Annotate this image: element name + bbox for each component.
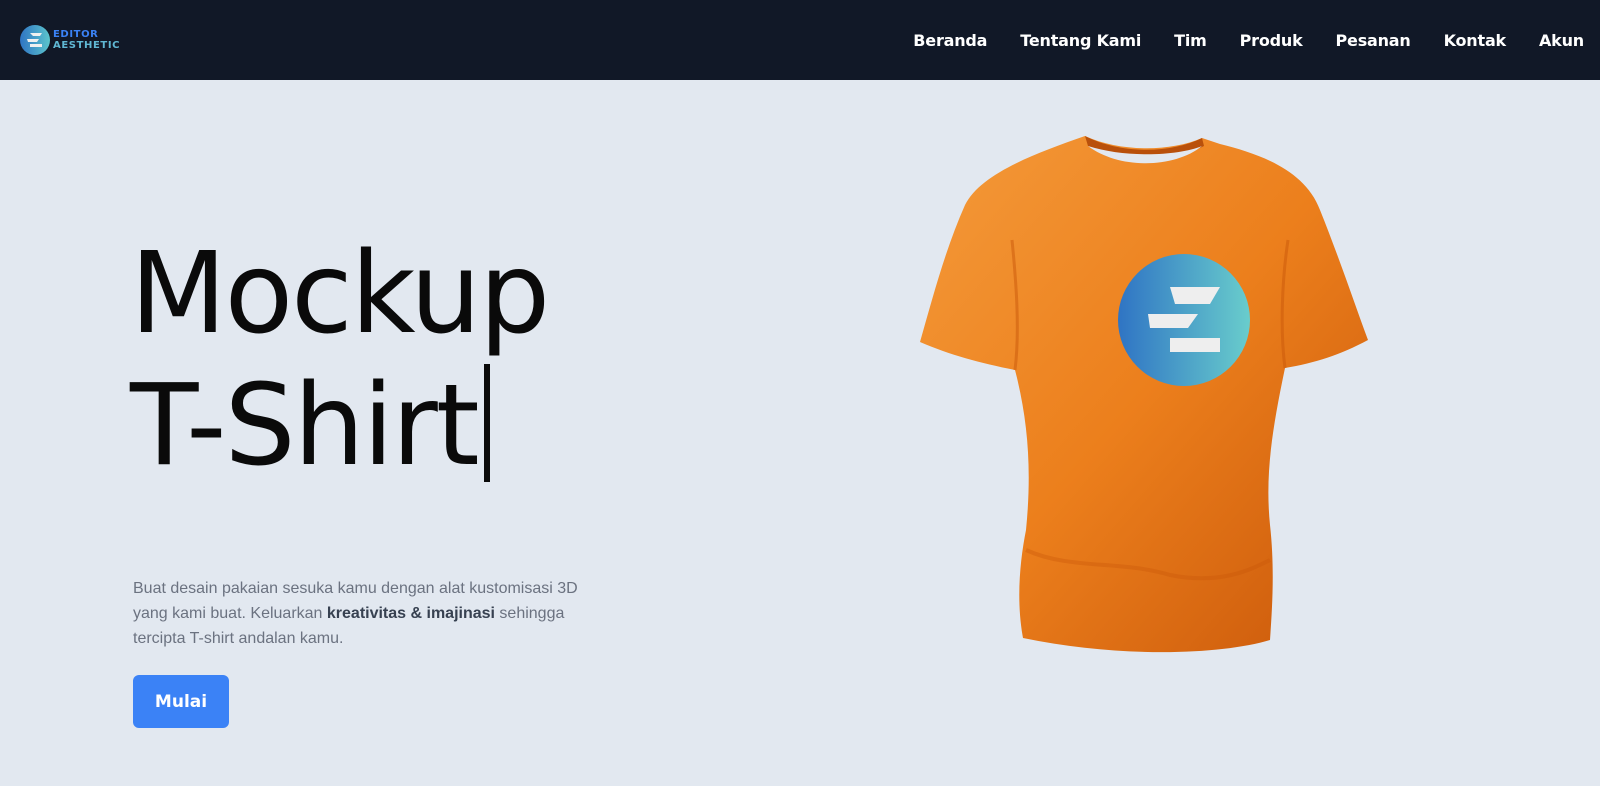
nav-beranda[interactable]: Beranda <box>913 31 987 50</box>
brand-line1: EDITOR <box>53 29 99 40</box>
navbar: EDITOR AESTHETIC Beranda Tentang Kami Ti… <box>0 0 1600 80</box>
tshirt-mockup-image <box>920 136 1368 653</box>
main-nav: Beranda Tentang Kami Tim Produk Pesanan … <box>913 0 1600 80</box>
typing-cursor <box>483 364 490 482</box>
nav-tentang-kami[interactable]: Tentang Kami <box>1020 31 1141 50</box>
nav-produk[interactable]: Produk <box>1240 31 1303 50</box>
brand-logo-link[interactable]: EDITOR AESTHETIC <box>20 25 120 55</box>
editor-aesthetic-logo-icon <box>20 25 50 55</box>
hero-title-line2-wrap: T-Shirt <box>130 360 548 492</box>
start-button[interactable]: Mulai <box>133 675 229 728</box>
hero-description: Buat desain pakaian sesuka kamu dengan a… <box>133 576 603 651</box>
hero-title-line1: Mockup <box>130 229 550 359</box>
brand-line2: AESTHETIC <box>53 40 121 51</box>
nav-pesanan[interactable]: Pesanan <box>1336 31 1411 50</box>
hero-title-line2: T-Shirt <box>130 361 480 491</box>
nav-tim[interactable]: Tim <box>1174 31 1207 50</box>
nav-akun[interactable]: Akun <box>1539 31 1584 50</box>
brand-name: EDITOR AESTHETIC <box>53 29 120 51</box>
hero-title: Mockup T-Shirt <box>130 228 550 492</box>
nav-kontak[interactable]: Kontak <box>1444 31 1507 50</box>
hero-description-bold: kreativitas & imajinasi <box>326 605 495 622</box>
